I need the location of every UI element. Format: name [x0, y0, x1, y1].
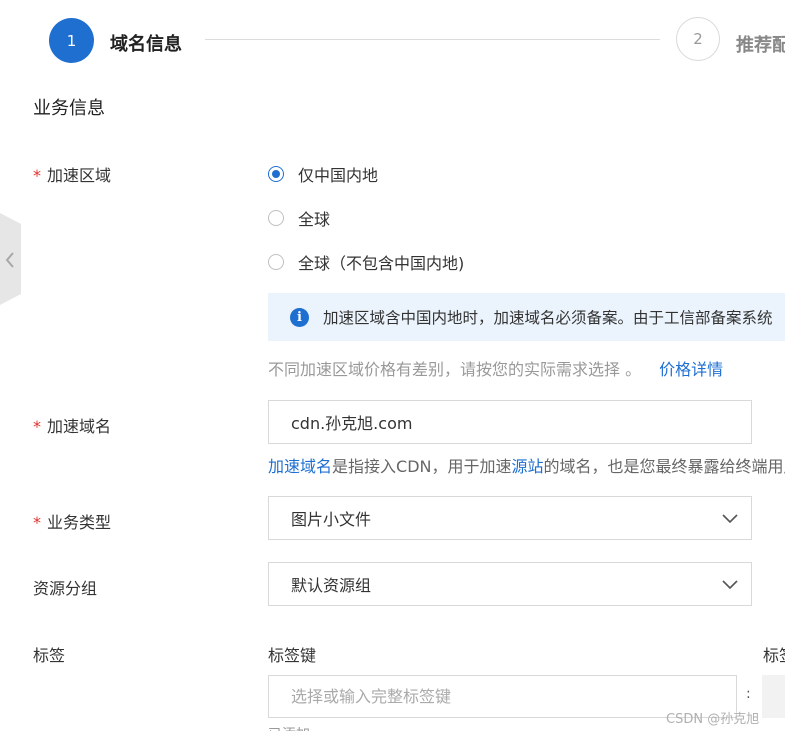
tags-added-text: 已添加: [268, 724, 310, 731]
tag-value-label: 标签值: [763, 646, 785, 665]
section-title: 业务信息: [33, 98, 105, 119]
radio-dot: [268, 210, 284, 226]
resource-group-label: 资源分组: [33, 579, 98, 598]
business-type-label-text: 业务类型: [47, 513, 112, 532]
radio-global[interactable]: 全球: [268, 206, 330, 230]
required-mark: *: [33, 166, 41, 185]
required-mark: *: [33, 417, 41, 436]
desc-text: 是指接入CDN，用于加速: [332, 457, 512, 476]
watermark: CSDN @孙克旭: [666, 712, 760, 727]
chevron-down-icon: [722, 514, 738, 524]
step-1-indicator: 1: [49, 18, 94, 63]
step-2-indicator: 2: [676, 17, 720, 61]
radio-global-excl-mainland[interactable]: 全球（不包含中国内地): [268, 250, 464, 274]
business-type-select[interactable]: 图片小文件: [268, 496, 752, 540]
accel-region-label: * 加速区域: [33, 162, 111, 186]
accel-domain-doc-link[interactable]: 加速域名: [268, 457, 332, 476]
step-1-label: 域名信息: [110, 34, 182, 55]
accel-domain-label: * 加速域名: [33, 413, 111, 437]
region-hint: 不同加速区域价格有差别，请按您的实际需求选择 。价格详情: [268, 356, 723, 380]
business-type-label: * 业务类型: [33, 509, 111, 533]
radio-label: 全球: [298, 210, 331, 229]
accel-domain-value: cdn.孙克旭.com: [291, 414, 413, 433]
required-mark: *: [33, 513, 41, 532]
step-2-label: 推荐配: [736, 35, 785, 56]
chevron-down-icon: [722, 580, 738, 590]
origin-doc-link[interactable]: 源站: [511, 457, 543, 476]
chevron-left-icon: [5, 252, 14, 268]
business-type-value: 图片小文件: [291, 510, 372, 529]
tags-label: 标签: [33, 646, 66, 665]
price-details-link[interactable]: 价格详情: [659, 360, 723, 379]
step-connector: [205, 39, 660, 40]
region-hint-text: 不同加速区域价格有差别，请按您的实际需求选择 。: [268, 360, 642, 379]
tag-value-input[interactable]: [762, 675, 785, 718]
info-icon: i: [290, 307, 309, 327]
resource-group-value: 默认资源组: [291, 576, 372, 595]
accel-domain-description: 加速域名是指接入CDN，用于加速源站的域名，也是您最终暴露给终端用户: [268, 453, 785, 477]
accel-region-label-text: 加速区域: [47, 166, 112, 185]
accel-domain-label-text: 加速域名: [47, 417, 112, 436]
resource-group-select[interactable]: 默认资源组: [268, 562, 752, 606]
desc-text: 的域名，也是您最终暴露给终端用户: [543, 457, 785, 476]
accel-domain-input[interactable]: cdn.孙克旭.com: [268, 400, 752, 444]
info-banner-text: 加速区域含中国内地时，加速域名必须备案。由于工信部备案系统: [323, 309, 773, 327]
side-collapse-handle[interactable]: [0, 213, 21, 305]
tag-separator: :: [746, 686, 751, 702]
radio-dot: [268, 254, 284, 270]
radio-mainland-only[interactable]: 仅中国内地: [268, 162, 378, 186]
tag-key-label: 标签键: [268, 646, 317, 665]
radio-label: 全球（不包含中国内地): [298, 254, 465, 273]
radio-label: 仅中国内地: [298, 166, 379, 185]
info-banner: i 加速区域含中国内地时，加速域名必须备案。由于工信部备案系统: [268, 293, 785, 341]
radio-dot: [268, 166, 284, 182]
